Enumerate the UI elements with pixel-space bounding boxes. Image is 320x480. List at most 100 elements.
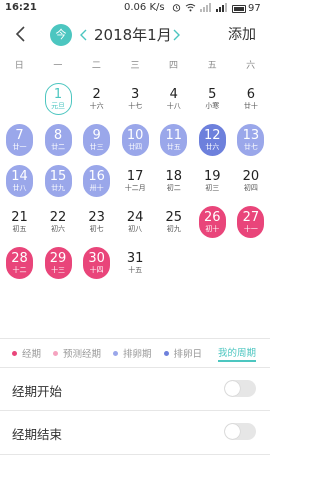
lunar-date: 元旦 [51, 101, 66, 110]
battery-level: 97 [248, 3, 261, 14]
lunar-date: 十二月 [124, 183, 146, 192]
legend-item-period: 经期 [12, 346, 41, 360]
day-cell[interactable]: 15 廿九 [39, 162, 78, 203]
day-cell[interactable]: 20 初四 [231, 162, 270, 203]
day-cell[interactable]: 3 十七 [116, 80, 155, 121]
lunar-date: 廿四 [128, 142, 143, 151]
day-marker: 5 小寒 [199, 83, 226, 115]
day-marker: 20 初四 [237, 165, 264, 197]
day-marker: 11 廿五 [160, 124, 188, 156]
today-button[interactable]: 今 [50, 24, 72, 46]
day-cell[interactable]: 10 廿四 [116, 121, 155, 162]
day-number: 17 [126, 168, 144, 184]
day-number: 23 [88, 209, 105, 225]
toolbar: 今 2018年1月 添加 [0, 17, 270, 53]
day-cell[interactable]: 26 初十 [193, 203, 232, 244]
day-number: 11 [165, 127, 183, 143]
day-cell[interactable]: 6 廿十 [231, 80, 270, 121]
my-cycle-tab[interactable]: 我的周期 [218, 344, 257, 362]
day-number: 5 [208, 86, 217, 102]
week-row: 1 元旦 2 十六 3 十七 4 十八 5 小寒 6 廿十 [0, 80, 270, 121]
battery-icon [232, 4, 246, 13]
day-number: 1 [53, 86, 63, 102]
day-marker: 8 廿二 [44, 124, 72, 156]
legend-item-predicted: 预测经期 [53, 346, 101, 360]
lunar-date: 十八 [166, 101, 181, 110]
day-cell[interactable]: 4 十八 [154, 80, 193, 121]
day-cell[interactable]: 9 廿三 [77, 121, 116, 162]
day-number: 20 [242, 168, 260, 184]
day-marker: 29 十三 [44, 247, 72, 279]
chevron-left-icon [80, 29, 87, 41]
legend-label: 预测经期 [63, 349, 102, 360]
period-start-toggle[interactable] [224, 380, 256, 397]
legend-label: 排卵期 [123, 349, 152, 360]
lunar-date: 初九 [166, 224, 181, 233]
day-cell[interactable]: 14 廿八 [0, 162, 39, 203]
battery: 97 [232, 3, 261, 14]
day-number: 18 [165, 168, 183, 184]
weekday-label: 三 [130, 61, 140, 71]
ovulation-dot-icon [113, 350, 119, 356]
day-cell[interactable]: 8 廿二 [39, 121, 78, 162]
day-cell[interactable]: 21 初五 [0, 203, 39, 244]
lunar-date: 廿十 [243, 101, 258, 110]
day-cell[interactable]: 29 十三 [39, 244, 78, 285]
day-cell[interactable]: 22 初六 [39, 203, 78, 244]
day-marker: 28 十二 [6, 247, 33, 279]
next-month-button[interactable] [170, 24, 182, 46]
divider [0, 338, 270, 339]
add-button[interactable]: 添加 [228, 24, 256, 46]
calendar-grid: 1 元旦 2 十六 3 十七 4 十八 5 小寒 6 廿十 7 廿一 8 廿二 9 廿三 10 廿四 11 廿五 12 廿六 1… [0, 80, 270, 285]
day-cell[interactable]: 18 初二 [154, 162, 193, 203]
lunar-date: 初三 [205, 183, 220, 192]
week-row: 14 廿八 15 廿九 16 卅十 17 十二月 18 初二 19 初三 20 初四 [0, 162, 270, 203]
day-cell[interactable]: 17 十二月 [116, 162, 155, 203]
day-cell[interactable]: 28 十二 [0, 244, 39, 285]
ovulation-day-dot-icon [163, 350, 169, 356]
signal-icon [200, 3, 211, 12]
day-cell[interactable]: 30 十四 [77, 244, 116, 285]
day-cell[interactable]: 7 廿一 [0, 121, 39, 162]
prev-month-button[interactable] [78, 24, 90, 46]
day-cell[interactable]: 11 廿五 [154, 121, 193, 162]
legend-label: 排卵日 [173, 349, 203, 360]
day-number: 26 [204, 209, 221, 225]
day-cell[interactable]: 24 初八 [116, 203, 155, 244]
toggle-knob [225, 424, 240, 439]
day-number: 30 [88, 250, 105, 266]
day-cell[interactable]: 1 元旦 [39, 80, 78, 121]
period-start-row: 经期开始 [0, 369, 270, 409]
month-title: 2018年1月 [94, 26, 172, 44]
lunar-date: 十七 [128, 101, 143, 110]
day-marker: 30 十四 [83, 247, 111, 279]
legend-label: 经期 [22, 349, 42, 360]
day-number: 29 [49, 250, 67, 266]
lunar-date: 廿五 [166, 142, 181, 151]
lunar-date: 初二 [166, 183, 181, 192]
day-cell[interactable]: 19 初三 [193, 162, 232, 203]
weekday-header: 日 一 二 三 四 五 六 [0, 58, 270, 76]
day-cell[interactable]: 2 十六 [77, 80, 116, 121]
day-number: 7 [15, 127, 24, 143]
back-button[interactable] [12, 23, 32, 45]
day-cell[interactable]: 12 廿六 [193, 121, 232, 162]
day-number: 14 [11, 168, 28, 184]
day-cell[interactable]: 27 十一 [231, 203, 270, 244]
day-cell[interactable]: 25 初九 [154, 203, 193, 244]
toggle-knob [225, 381, 240, 396]
empty-day-cell [193, 244, 232, 285]
lunar-date: 廿八 [12, 183, 27, 192]
day-cell[interactable]: 16 卅十 [77, 162, 116, 203]
day-cell[interactable]: 31 十五 [116, 244, 155, 285]
day-marker: 17 十二月 [122, 165, 149, 197]
lunar-date: 廿七 [243, 142, 258, 151]
lunar-date: 初七 [89, 224, 104, 233]
weekday-label: 日 [14, 61, 24, 71]
back-arrow-icon [15, 26, 25, 42]
day-cell[interactable]: 23 初七 [77, 203, 116, 244]
day-cell[interactable]: 5 小寒 [193, 80, 232, 121]
day-marker: 21 初五 [6, 206, 33, 238]
day-cell[interactable]: 13 廿七 [231, 121, 270, 162]
period-end-toggle[interactable] [224, 423, 256, 440]
